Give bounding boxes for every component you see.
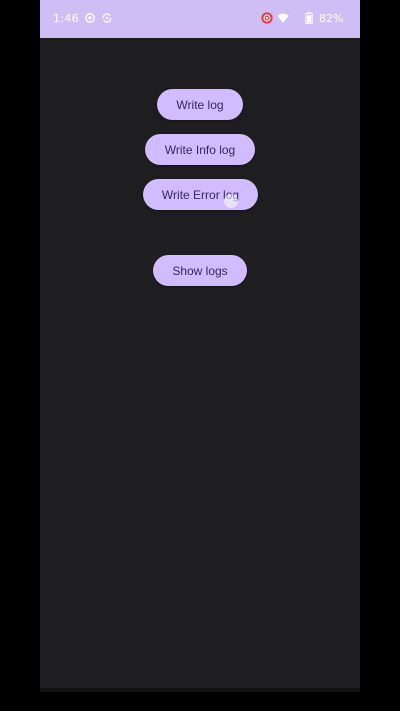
navigation-bar	[40, 688, 360, 692]
wifi-icon	[277, 13, 289, 23]
settings-icon	[85, 13, 95, 23]
record-icon	[261, 12, 273, 24]
battery-icon	[305, 12, 313, 24]
status-bar: 1:46 82%	[40, 0, 360, 38]
battery-percentage: 82%	[319, 12, 344, 25]
show-logs-button[interactable]: Show logs	[153, 255, 247, 286]
phone-screen: 1:46 82% Write log Write Info log Write …	[40, 0, 360, 692]
sync-icon	[102, 13, 112, 23]
status-time: 1:46	[53, 12, 79, 25]
touch-indicator	[224, 194, 238, 208]
write-info-log-button[interactable]: Write Info log	[145, 134, 255, 165]
write-error-log-button[interactable]: Write Error log	[143, 179, 258, 210]
write-log-button[interactable]: Write log	[157, 89, 243, 120]
